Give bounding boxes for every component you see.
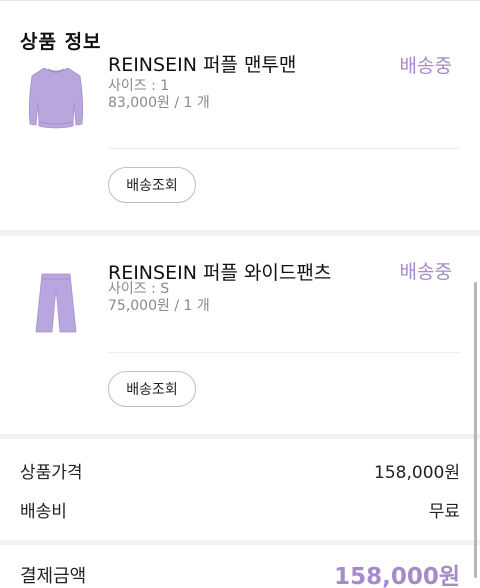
track-shipment-button[interactable]: 배송조회 (108, 167, 196, 203)
product-price-value: 158,000원 (374, 463, 460, 483)
shipping-fee-label: 배송비 (20, 502, 67, 522)
shipping-status-badge: 배송중 (399, 261, 452, 283)
product-price-label: 상품가격 (20, 463, 83, 483)
product-name[interactable]: REINSEIN 퍼플 맨투맨 (108, 50, 296, 77)
order-detail-screen: 상품 정보 REINSEIN 퍼플 맨투맨 배송중 사이즈 : 1 83,000… (0, 0, 480, 588)
row-divider (108, 352, 460, 353)
total-amount-value: 158,000원 (334, 564, 460, 588)
section-divider (0, 434, 480, 439)
sweatshirt-icon[interactable] (26, 62, 86, 138)
scrollbar[interactable] (474, 282, 477, 578)
shipping-status-badge: 배송중 (399, 55, 452, 77)
shipping-fee-value: 무료 (428, 502, 460, 522)
product-price: 83,000원 / 1 개 (108, 95, 210, 111)
top-divider (0, 0, 480, 1)
product-price: 75,000원 / 1 개 (108, 298, 210, 314)
track-shipment-button[interactable]: 배송조회 (108, 371, 196, 407)
wide-pants-icon[interactable] (26, 270, 86, 340)
section-title: 상품 정보 (20, 31, 102, 53)
section-divider (0, 540, 480, 545)
row-divider (108, 148, 460, 149)
total-amount-label: 결제금액 (20, 566, 87, 587)
section-divider (0, 230, 480, 236)
